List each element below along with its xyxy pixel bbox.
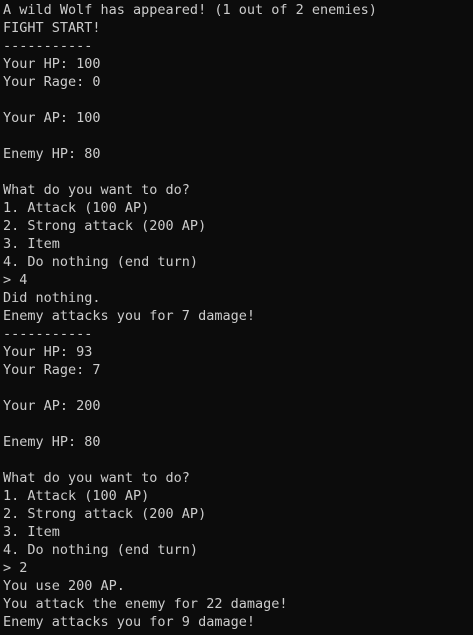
menu-option-strong-attack: 2. Strong attack (200 AP) xyxy=(3,506,207,522)
menu-option-do-nothing: 4. Do nothing (end turn) xyxy=(3,254,199,270)
menu-option-attack: 1. Attack (100 AP) xyxy=(3,488,150,504)
enemy-attack-message: Enemy attacks you for 9 damage! xyxy=(3,614,255,630)
separator-line: ----------- xyxy=(3,326,93,342)
ap-usage-message: You use 200 AP. xyxy=(3,578,125,594)
action-prompt: What do you want to do? xyxy=(3,182,190,198)
encounter-message: A wild Wolf has appeared! (1 out of 2 en… xyxy=(3,2,377,18)
terminal-output[interactable]: A wild Wolf has appeared! (1 out of 2 en… xyxy=(0,0,473,635)
player-rage: Your Rage: 0 xyxy=(3,74,101,90)
player-attack-message: You attack the enemy for 22 damage! xyxy=(3,596,288,612)
enemy-hp: Enemy HP: 80 xyxy=(3,434,101,450)
enemy-attack-message: Enemy attacks you for 7 damage! xyxy=(3,308,255,324)
fight-start-message: FIGHT START! xyxy=(3,20,101,36)
player-ap: Your AP: 100 xyxy=(3,110,101,126)
menu-option-item: 3. Item xyxy=(3,236,60,252)
menu-option-do-nothing: 4. Do nothing (end turn) xyxy=(3,542,199,558)
separator-line: ----------- xyxy=(3,38,93,54)
action-prompt: What do you want to do? xyxy=(3,470,190,486)
player-rage: Your Rage: 7 xyxy=(3,362,101,378)
menu-option-strong-attack: 2. Strong attack (200 AP) xyxy=(3,218,207,234)
player-ap: Your AP: 200 xyxy=(3,398,101,414)
player-hp: Your HP: 100 xyxy=(3,56,101,72)
menu-option-attack: 1. Attack (100 AP) xyxy=(3,200,150,216)
action-result: Did nothing. xyxy=(3,290,101,306)
menu-option-item: 3. Item xyxy=(3,524,60,540)
enemy-hp: Enemy HP: 80 xyxy=(3,146,101,162)
player-hp: Your HP: 93 xyxy=(3,344,93,360)
user-input-line: > 2 xyxy=(3,560,28,576)
user-input-line: > 4 xyxy=(3,272,28,288)
